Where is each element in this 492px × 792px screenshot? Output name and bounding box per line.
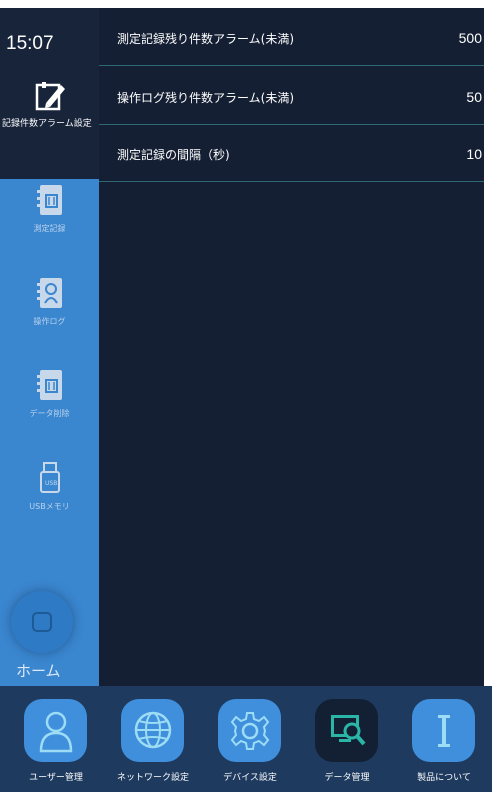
notebook-icon [37, 185, 62, 215]
settings-row-value[interactable]: 500 [459, 30, 482, 46]
sidebar-item-label: データ削除 [29, 409, 70, 418]
tab-tile [315, 699, 378, 762]
sidebar-item-label: 記録件数アラーム設定 [2, 119, 92, 129]
user-notebook-icon [37, 278, 62, 308]
usb-icon: USB [40, 462, 60, 493]
tab-data-management[interactable]: データ管理 [303, 699, 385, 792]
home-icon [32, 612, 52, 632]
sidebar-item-alarm-settings[interactable]: 記録件数アラーム設定 [0, 71, 99, 179]
gear-icon [230, 712, 270, 750]
sidebar-item-label: 測定記録 [33, 224, 66, 233]
tab-tile [218, 699, 281, 762]
tab-user-management[interactable]: ユーザー管理 [12, 699, 94, 792]
settings-row-label: 測定記録残り件数アラーム(未満) [117, 32, 295, 46]
tab-label: 製品について [417, 773, 471, 783]
clock: 15:07 [0, 8, 99, 71]
info-icon [438, 715, 450, 747]
settings-row-interval[interactable]: 測定記録の間隔（秒) 10 [99, 124, 484, 182]
sidebar-item-label: 操作ログ [33, 317, 66, 326]
tab-label: ネットワーク設定 [116, 773, 189, 783]
bottom-nav: ユーザー管理 ネットワーク設定 デバイス設定 データ管理 製品について [0, 686, 492, 792]
sidebar-item-label: USBメモリ [29, 502, 70, 511]
sidebar: 15:07 記録件数アラーム設定 測定記録 操作ログ データ削除 USB USB… [0, 8, 99, 686]
settings-panel: 測定記録残り件数アラーム(未満) 500 操作ログ残り件数アラーム(未満) 50… [99, 8, 484, 686]
monitor-search-icon [331, 715, 366, 746]
tab-tile [24, 699, 87, 762]
clock-time: 15:07 [6, 33, 54, 54]
home-button[interactable] [11, 591, 73, 653]
settings-row-value[interactable]: 50 [466, 89, 482, 105]
tab-tile [412, 699, 475, 762]
tab-about-product[interactable]: 製品について [400, 699, 482, 792]
sidebar-item-data-delete[interactable]: データ削除 [0, 368, 99, 448]
tab-label: ユーザー管理 [29, 773, 83, 783]
tab-label: デバイス設定 [223, 773, 277, 783]
settings-row-log-alarm[interactable]: 操作ログ残り件数アラーム(未満) 50 [99, 67, 484, 125]
tab-label: データ管理 [324, 773, 370, 783]
tab-network-settings[interactable]: ネットワーク設定 [109, 699, 191, 792]
settings-row-measurement-alarm[interactable]: 測定記録残り件数アラーム(未満) 500 [99, 8, 484, 66]
settings-row-value[interactable]: 10 [466, 146, 482, 162]
user-icon [39, 711, 73, 753]
sidebar-item-usb-memory[interactable]: USB USBメモリ [0, 461, 99, 541]
sidebar-item-operation-log[interactable]: 操作ログ [0, 276, 99, 356]
svg-text:USB: USB [45, 480, 57, 487]
settings-row-label: 操作ログ残り件数アラーム(未満) [117, 91, 295, 105]
globe-icon [134, 711, 172, 749]
tab-tile [121, 699, 184, 762]
settings-row-label: 測定記録の間隔（秒) [117, 148, 230, 162]
sidebar-item-measurement-records[interactable]: 測定記録 [0, 183, 99, 263]
edit-note-icon [35, 82, 65, 111]
notebook-delete-icon [37, 370, 62, 400]
home-label: ホーム [16, 662, 61, 680]
tab-device-settings[interactable]: デバイス設定 [206, 699, 288, 792]
